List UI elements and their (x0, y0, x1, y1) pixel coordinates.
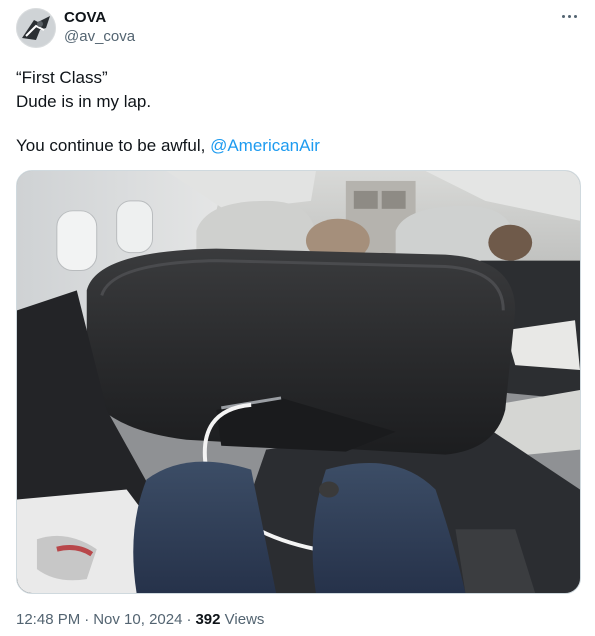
views-count: 392 (195, 611, 221, 628)
avatar-image (16, 8, 56, 48)
author-handle[interactable]: @av_cova (64, 27, 135, 47)
tweet-text: “First Class” Dude is in my lap. You con… (16, 66, 576, 158)
tweet-line-text: You continue to be awful, (16, 136, 211, 155)
tweet-metadata: 12:48 PM · Nov 10, 2024 · 392 Views (16, 610, 264, 630)
airplane-cabin-photo (17, 171, 580, 593)
author-avatar[interactable] (16, 8, 56, 48)
separator-dot: · (186, 611, 192, 628)
more-options-button[interactable] (557, 6, 581, 26)
tweet-photo[interactable] (16, 170, 581, 594)
tweet-time[interactable]: 12:48 PM (16, 611, 80, 628)
tweet-card: COVA @av_cova “First Class” Dude is in m… (0, 0, 595, 636)
more-horizontal-icon (561, 14, 565, 18)
tweet-line: “First Class” (16, 68, 108, 87)
tweet-line: You continue to be awful, @AmericanAir (16, 134, 576, 158)
separator-dot: · (84, 611, 90, 628)
mention-link[interactable]: @AmericanAir (210, 136, 320, 155)
views-label: Views (224, 611, 265, 628)
tweet-line: Dude is in my lap. (16, 92, 152, 111)
more-horizontal-icon-dot (573, 14, 577, 18)
author-info: COVA @av_cova (64, 9, 135, 47)
more-horizontal-icon-dot (567, 14, 571, 18)
author-display-name[interactable]: COVA (64, 9, 135, 27)
tweet-date[interactable]: Nov 10, 2024 (93, 611, 182, 628)
